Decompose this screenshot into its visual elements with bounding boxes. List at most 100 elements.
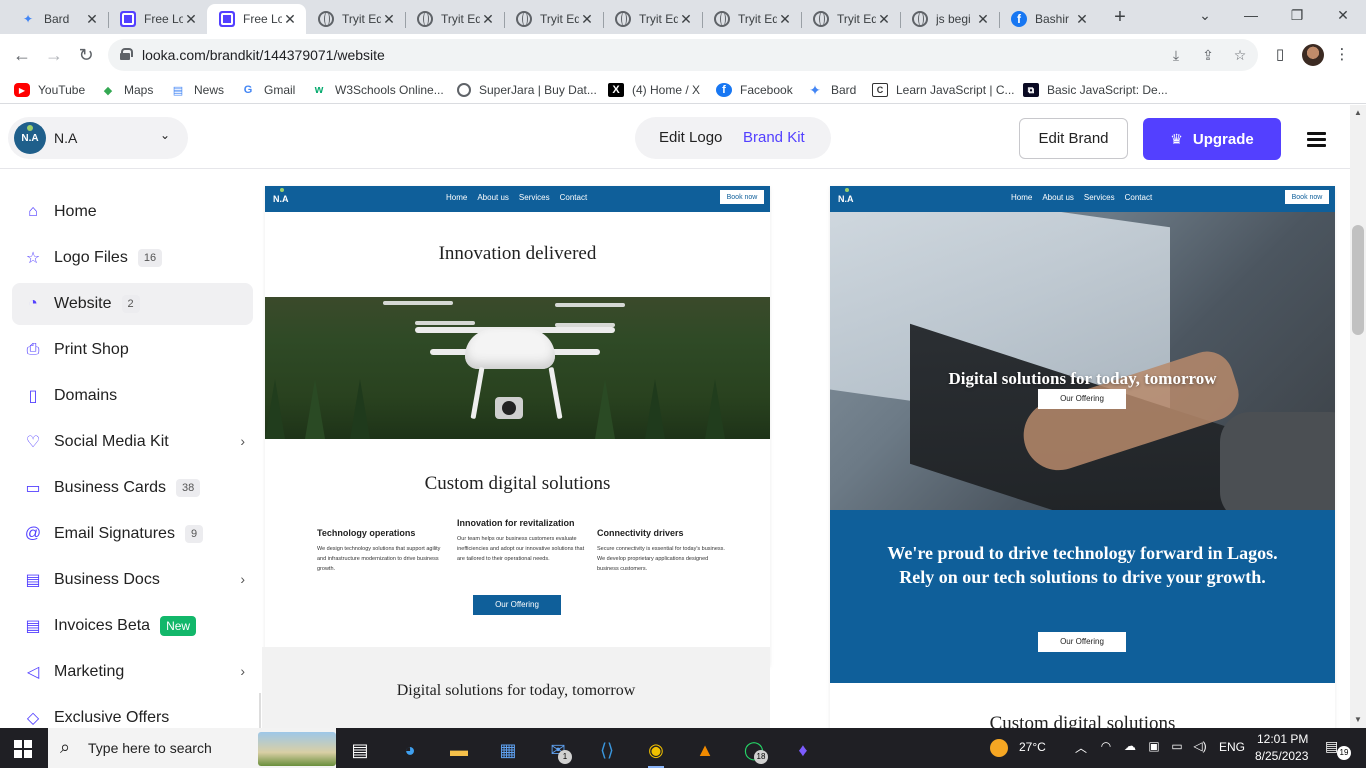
browser-tab-active[interactable]: Free Lo ✕ — [207, 4, 306, 34]
task-view-icon[interactable]: ▤ — [340, 732, 380, 768]
close-icon[interactable]: ✕ — [282, 11, 298, 28]
vscode-icon[interactable]: ⟨⟩ — [587, 732, 627, 768]
browser-tab[interactable]: js begi ✕ — [900, 4, 1000, 34]
website-preview-1[interactable]: N.A Home About us Services Contact Book … — [265, 186, 770, 666]
install-icon[interactable]: ⤓ — [1166, 45, 1186, 65]
clock-date[interactable]: 8/25/2023 — [1255, 749, 1308, 763]
new-tab-button[interactable]: + — [1108, 4, 1132, 30]
tab-search-icon[interactable]: ⌄ — [1182, 0, 1228, 30]
browser-tab[interactable]: ✦ Bard ✕ — [8, 4, 109, 34]
weather-temp[interactable]: 27°C — [1019, 740, 1046, 754]
browser-tab[interactable]: Tryit Ed ✕ — [306, 4, 406, 34]
sidebar-item-logo-files[interactable]: ☆ Logo Files 16 — [12, 237, 253, 279]
notification-icon[interactable]: ▤ 19 — [1325, 738, 1351, 760]
sidebar-item-email-signatures[interactable]: @ Email Signatures 9 — [12, 513, 253, 555]
close-icon[interactable]: ✕ — [975, 11, 991, 28]
browser-tab[interactable]: Tryit Ed ✕ — [405, 4, 505, 34]
url-text[interactable]: looka.com/brandkit/144379071/website — [142, 47, 385, 63]
tab-edit-logo[interactable]: Edit Logo — [659, 129, 722, 146]
browser-tab[interactable]: f Bashir ✕ — [999, 4, 1098, 34]
tray-chevron-icon[interactable]: ︿ — [1073, 739, 1089, 755]
language-indicator[interactable]: ENG — [1219, 740, 1245, 754]
reload-icon[interactable]: ↻ — [73, 42, 99, 68]
side-panel-icon[interactable]: ▯ — [1270, 45, 1290, 65]
scroll-thumb[interactable] — [1352, 225, 1364, 335]
sidebar-item-exclusive-offers[interactable]: ◇ Exclusive Offers — [12, 697, 253, 728]
browser-tab[interactable]: Tryit Ed ✕ — [504, 4, 604, 34]
lock-icon[interactable] — [120, 48, 133, 60]
bookmark-news[interactable]: ▤ News — [170, 81, 224, 99]
sidebar-item-business-docs[interactable]: ▤ Business Docs › — [12, 559, 253, 601]
cloud-icon[interactable]: ☁ — [1122, 739, 1138, 755]
profile-avatar[interactable] — [1302, 44, 1324, 66]
whatsapp-icon[interactable]: ◯ 18 — [734, 732, 774, 768]
bookmark-star-icon[interactable]: ☆ — [1230, 45, 1250, 65]
bookmark-bard[interactable]: ✦ Bard — [807, 81, 856, 99]
menu-dots-icon[interactable]: ⋮ — [1332, 45, 1352, 65]
sidebar-scrollbar[interactable] — [259, 693, 261, 728]
close-icon[interactable]: ✕ — [183, 11, 199, 28]
upgrade-button[interactable]: ♛ Upgrade — [1143, 118, 1281, 160]
browser-tab[interactable]: Free Lo ✕ — [108, 4, 207, 34]
page-scrollbar[interactable]: ▲ ▼ — [1350, 105, 1366, 728]
file-explorer-icon[interactable]: ▬ — [439, 732, 479, 768]
sidebar-item-print-shop[interactable]: ⎙ Print Shop — [12, 329, 253, 371]
bookmark-gmail[interactable]: G Gmail — [240, 81, 296, 99]
battery-icon[interactable]: ▭ — [1169, 739, 1185, 755]
globe-icon — [417, 11, 433, 27]
sidebar-item-invoices[interactable]: ▤ Invoices Beta New — [12, 605, 253, 647]
browser-tab[interactable]: Tryit Ed ✕ — [603, 4, 703, 34]
weather-icon[interactable] — [990, 739, 1008, 757]
tab-brand-kit[interactable]: Brand Kit — [743, 129, 805, 146]
close-icon[interactable]: ✕ — [381, 11, 397, 28]
minimize-icon[interactable]: — — [1228, 0, 1274, 30]
sidebar-item-domains[interactable]: ▯ Domains — [12, 375, 253, 417]
device-icon[interactable]: ▣ — [1146, 739, 1162, 755]
website-preview-2[interactable]: N.A Home About us Services Contact Book … — [830, 186, 1335, 728]
network-icon[interactable]: ◠ — [1098, 739, 1114, 755]
restore-icon[interactable]: ❐ — [1274, 0, 1320, 30]
close-icon[interactable]: ✕ — [1074, 11, 1090, 28]
volume-icon[interactable]: ◁) — [1192, 739, 1208, 755]
forward-icon[interactable]: → — [41, 42, 67, 68]
close-icon[interactable]: ✕ — [480, 11, 496, 28]
chrome-icon[interactable]: ◉ — [636, 732, 676, 768]
sidebar-item-social-media-kit[interactable]: ♡ Social Media Kit › — [12, 421, 253, 463]
scroll-down-icon[interactable]: ▼ — [1350, 712, 1366, 728]
search-highlight-image[interactable] — [258, 732, 336, 766]
bookmark-freecodecamp[interactable]: ⧉ Basic JavaScript: De... — [1023, 81, 1168, 99]
bookmark-maps[interactable]: ◆ Maps — [100, 81, 154, 99]
close-icon[interactable]: ✕ — [84, 11, 100, 28]
droplet-app-icon[interactable]: ♦ — [783, 732, 823, 768]
scroll-up-icon[interactable]: ▲ — [1350, 105, 1366, 121]
close-icon[interactable]: ✕ — [678, 11, 694, 28]
bookmark-x[interactable]: X (4) Home / X — [608, 81, 700, 99]
mail-icon[interactable]: ✉ 1 — [538, 732, 578, 768]
close-icon[interactable]: ✕ — [876, 11, 892, 28]
brand-selector[interactable]: N.A N.A ⌄ — [8, 117, 188, 159]
sidebar-item-website[interactable]: ◔ Website 2 — [12, 283, 253, 325]
back-icon[interactable]: ← — [9, 42, 35, 68]
close-icon[interactable]: ✕ — [579, 11, 595, 28]
browser-tab[interactable]: Tryit Ed ✕ — [702, 4, 802, 34]
vlc-icon[interactable]: ▲ — [685, 732, 725, 768]
close-icon[interactable]: ✕ — [777, 11, 793, 28]
windows-start-icon[interactable] — [14, 740, 32, 758]
bookmark-facebook[interactable]: f Facebook — [716, 81, 793, 99]
sidebar-item-business-cards[interactable]: ▭ Business Cards 38 — [12, 467, 253, 509]
sidebar-item-marketing[interactable]: ◁ Marketing › — [12, 651, 253, 693]
browser-tab[interactable]: Tryit Ed ✕ — [801, 4, 901, 34]
bookmark-w3schools[interactable]: w W3Schools Online... — [311, 81, 444, 99]
sidebar-item-home[interactable]: ⌂ Home — [12, 191, 253, 233]
address-bar[interactable]: looka.com/brandkit/144379071/website ⤓ ⇪… — [108, 39, 1258, 71]
edit-brand-button[interactable]: Edit Brand — [1019, 118, 1128, 159]
clock-time[interactable]: 12:01 PM — [1257, 732, 1308, 746]
bookmark-youtube[interactable]: ▶ YouTube — [14, 81, 85, 99]
store-icon[interactable]: ▦ — [488, 732, 528, 768]
edge-icon[interactable]: ◕ — [390, 732, 430, 768]
hamburger-menu-icon[interactable] — [1307, 132, 1326, 147]
share-icon[interactable]: ⇪ — [1198, 45, 1218, 65]
bookmark-codecademy[interactable]: C Learn JavaScript | C... — [872, 81, 1015, 99]
bookmark-superjara[interactable]: SuperJara | Buy Dat... — [457, 81, 597, 99]
window-close-icon[interactable]: ✕ — [1320, 0, 1366, 30]
